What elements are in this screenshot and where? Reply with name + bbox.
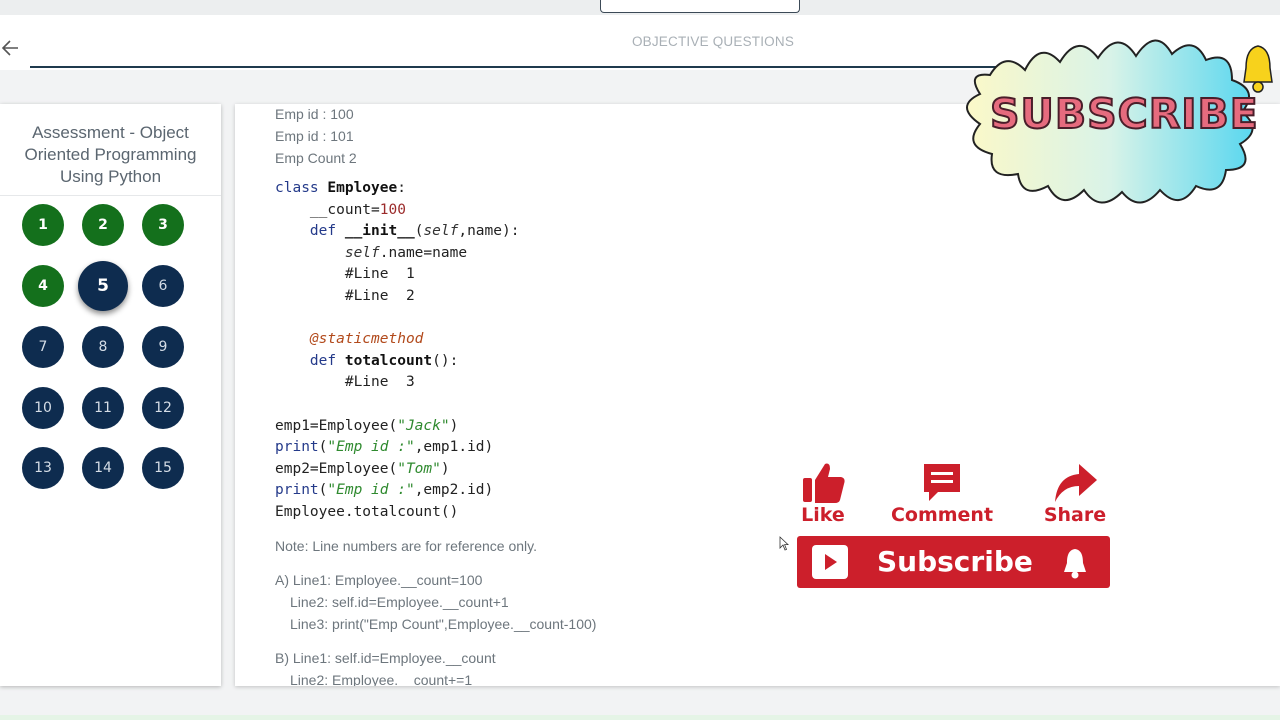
note-text: Note: Line numbers are for reference onl… xyxy=(275,538,537,554)
option-b-line: B) Line1: self.id=Employee.__count xyxy=(275,650,496,666)
expected-output-line: Emp id : 100 xyxy=(275,106,354,122)
like-button[interactable]: Like xyxy=(795,460,851,526)
question-button-2[interactable]: 2 xyxy=(82,204,124,246)
question-button-15[interactable]: 15 xyxy=(142,447,184,489)
subscribe-label: Subscribe xyxy=(877,545,1033,578)
code-keyword: def xyxy=(309,352,337,369)
expected-output-line: Emp Count 2 xyxy=(275,150,357,166)
code-builtin: print xyxy=(275,482,319,499)
question-navigator: Assessment - Object Oriented Programming… xyxy=(0,104,221,686)
question-button-11[interactable]: 11 xyxy=(82,387,124,429)
code-self: self xyxy=(423,223,459,240)
top-tab[interactable] xyxy=(600,0,800,13)
header-underline xyxy=(30,66,1020,68)
like-label: Like xyxy=(801,504,845,526)
code-builtin: print xyxy=(275,439,319,456)
comment-label: Comment xyxy=(890,504,994,526)
expected-output-line: Emp id : 101 xyxy=(275,128,354,144)
code-block: class Employee: __count=100 def __init__… xyxy=(275,178,519,524)
share-button[interactable]: Share xyxy=(1042,460,1108,526)
code-text: ,name): xyxy=(458,223,520,240)
code-self: self xyxy=(344,244,380,261)
question-button-6[interactable]: 6 xyxy=(142,265,184,307)
question-button-12[interactable]: 12 xyxy=(142,387,184,429)
assessment-title: Assessment - Object Oriented Programming… xyxy=(0,122,221,188)
bell-icon xyxy=(1064,549,1086,579)
code-keyword: class xyxy=(275,180,319,196)
comment-button[interactable]: Comment xyxy=(890,460,994,526)
question-button-3[interactable]: 3 xyxy=(142,204,184,246)
question-button-5[interactable]: 5 xyxy=(78,261,128,311)
bottom-strip xyxy=(0,715,1280,720)
code-keyword: def xyxy=(275,223,337,240)
code-text: ,emp2.id) xyxy=(414,482,494,499)
question-button-10[interactable]: 10 xyxy=(22,387,64,429)
code-comment: #Line 1 xyxy=(344,266,415,283)
code-string: "Jack" xyxy=(397,417,450,434)
code-string: "Emp id :" xyxy=(327,482,415,499)
divider xyxy=(0,195,221,196)
code-comment: #Line 2 xyxy=(344,287,415,304)
assessment-title-line: Assessment - Object xyxy=(32,123,189,142)
question-button-4[interactable]: 4 xyxy=(22,265,64,307)
code-text: (): xyxy=(432,352,459,369)
question-button-1[interactable]: 1 xyxy=(22,204,64,246)
assessment-title-line: Oriented Programming xyxy=(24,145,197,164)
option-b[interactable]: B) Line1: self.id=Employee.__count Line2… xyxy=(275,647,496,686)
code-number: 100 xyxy=(379,201,406,218)
option-a[interactable]: A) Line1: Employee.__count=100 Line2: se… xyxy=(275,569,596,635)
code-text: ) xyxy=(440,460,450,477)
question-button-9[interactable]: 9 xyxy=(142,326,184,368)
share-icon xyxy=(1055,464,1097,502)
code-decorator: @staticmethod xyxy=(309,331,424,348)
code-class-name: Employee xyxy=(327,180,398,196)
subscribe-badge-text: SUBSCRIBE xyxy=(989,89,1259,139)
option-a-line: Line3: print("Emp Count",Employee.__coun… xyxy=(290,616,597,632)
code-func-name: totalcount xyxy=(344,352,433,369)
page-title: OBJECTIVE QUESTIONS xyxy=(631,34,795,49)
subscribe-button[interactable]: Subscribe xyxy=(797,536,1110,588)
code-text: emp2=Employee( xyxy=(275,460,398,477)
question-button-8[interactable]: 8 xyxy=(82,326,124,368)
option-a-line: A) Line1: Employee.__count=100 xyxy=(275,572,483,588)
code-string: "Emp id :" xyxy=(327,439,415,456)
arrow-left-icon[interactable] xyxy=(0,33,22,63)
share-label: Share xyxy=(1043,504,1107,526)
play-icon xyxy=(812,545,848,579)
question-button-14[interactable]: 14 xyxy=(82,447,124,489)
question-button-7[interactable]: 7 xyxy=(22,326,64,368)
assessment-title-line: Using Python xyxy=(59,167,162,186)
code-text: : xyxy=(397,180,406,196)
bell-icon xyxy=(1243,45,1273,93)
code-func-name: __init__ xyxy=(344,223,415,240)
code-string: "Tom" xyxy=(397,460,441,477)
comment-icon xyxy=(924,464,960,501)
thumbs-up-icon xyxy=(803,463,845,503)
code-comment: #Line 3 xyxy=(344,374,415,391)
option-a-line: Line2: self.id=Employee.__count+1 xyxy=(290,594,509,610)
code-text: ,emp1.id) xyxy=(414,439,494,456)
code-text: emp1=Employee( xyxy=(275,417,398,434)
option-b-line: Line2: Employee.__count+=1 xyxy=(290,672,473,686)
mouse-cursor-icon xyxy=(779,536,789,551)
code-text: __count= xyxy=(275,201,380,218)
question-button-13[interactable]: 13 xyxy=(22,447,64,489)
code-text: Employee.totalcount() xyxy=(275,503,459,520)
code-text: .name=name xyxy=(379,244,468,261)
code-text: ) xyxy=(449,417,459,434)
